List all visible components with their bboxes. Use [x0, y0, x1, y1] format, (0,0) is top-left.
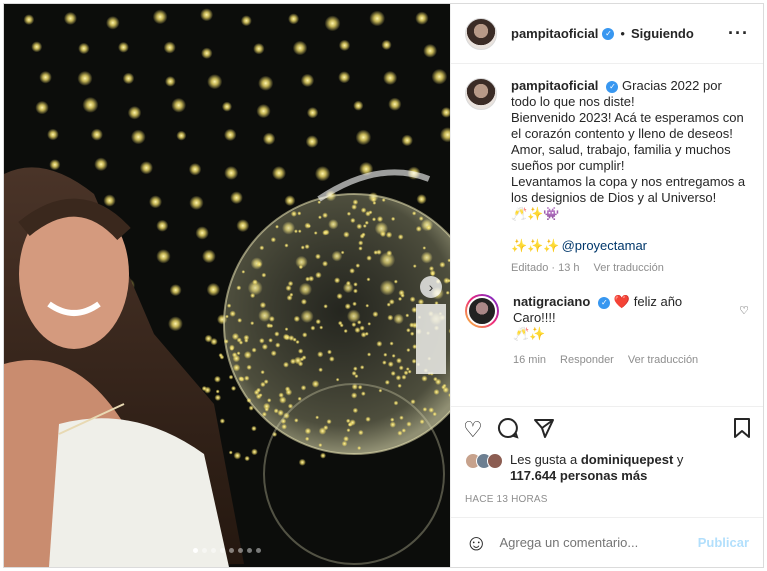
- liker-username[interactable]: dominiquepest: [581, 452, 673, 467]
- carousel-dot: [220, 548, 225, 553]
- caption-line-4: Levantamos la copa y nos entregamos a lo…: [511, 174, 746, 205]
- comments-area: pampitaoficial ✓ Gracias 2022 por todo lo…: [451, 64, 763, 406]
- carousel-dot: [256, 548, 261, 553]
- comment-item: natigraciano ✓ ❤️ feliz año Caro!!!! 🥂✨ 1…: [465, 294, 749, 368]
- following-button[interactable]: Siguiendo: [631, 26, 694, 41]
- see-translation-link[interactable]: Ver traducción: [628, 352, 698, 368]
- mention-link[interactable]: @proyectamar: [562, 238, 647, 253]
- carousel-dot: [193, 548, 198, 553]
- carousel-dot: [211, 548, 216, 553]
- see-translation-link[interactable]: Ver traducción: [594, 260, 664, 276]
- photo-illustration: [4, 4, 450, 567]
- verified-icon: ✓: [606, 80, 619, 93]
- avatar[interactable]: [465, 17, 497, 50]
- comment-input[interactable]: [499, 535, 686, 550]
- liker-avatars: [465, 453, 503, 469]
- verified-icon: ✓: [598, 296, 611, 309]
- add-comment-bar: ☺ Publicar: [451, 517, 763, 567]
- caption-line-2: Bienvenido 2023! Acá te esperamos con el…: [511, 110, 744, 141]
- more-options-icon[interactable]: ···: [728, 23, 749, 44]
- likes-and: y: [676, 452, 684, 467]
- avatar[interactable]: [465, 78, 497, 110]
- instagram-post-modal: › pampitaoficial ✓ • Siguiendo ··· pampi…: [3, 3, 764, 568]
- post-timestamp: HACE 13 HORAS: [465, 494, 548, 505]
- carousel-dot: [202, 548, 207, 553]
- post-username[interactable]: pampitaoficial: [511, 26, 598, 41]
- like-comment-icon[interactable]: ♡: [739, 304, 749, 317]
- share-icon[interactable]: [533, 417, 555, 443]
- post-header: pampitaoficial ✓ • Siguiendo ···: [451, 4, 763, 64]
- like-icon[interactable]: ♡: [463, 418, 483, 441]
- carousel-dot: [229, 548, 234, 553]
- reply-button[interactable]: Responder: [560, 352, 614, 368]
- commenter-username[interactable]: natigraciano: [513, 294, 590, 309]
- likes-summary: Les gusta a dominiquepest y 117.644 pers…: [451, 452, 763, 484]
- likes-count[interactable]: 117.644 personas más: [510, 468, 647, 483]
- carousel-dot: [247, 548, 252, 553]
- next-photo-button[interactable]: ›: [420, 276, 442, 298]
- separator-dot: •: [620, 26, 625, 41]
- action-bar: ♡: [451, 406, 763, 452]
- likes-prefix: Les gusta a: [510, 452, 578, 467]
- publish-button[interactable]: Publicar: [698, 535, 749, 550]
- post-photo[interactable]: ›: [4, 4, 450, 567]
- save-icon[interactable]: [733, 417, 751, 443]
- edited-time: Editado · 13 h: [511, 262, 580, 274]
- verified-icon: ✓: [602, 27, 615, 40]
- comment-icon[interactable]: [497, 417, 519, 443]
- caption-emojis: 🥂✨👾: [511, 206, 560, 221]
- caption-username[interactable]: pampitaoficial: [511, 78, 598, 93]
- caption-line-3: Amor, salud, trabajo, familia y muchos s…: [511, 142, 731, 173]
- caption-emojis-2: ✨✨✨: [511, 238, 560, 253]
- carousel-indicator: [4, 548, 450, 553]
- commenter-avatar[interactable]: [465, 294, 499, 328]
- comment-emojis: 🥂✨: [513, 326, 546, 341]
- heart-emoji: ❤️: [613, 294, 631, 309]
- post-sidebar: pampitaoficial ✓ • Siguiendo ··· pampita…: [450, 4, 763, 567]
- emoji-picker-icon[interactable]: ☺: [465, 530, 487, 556]
- comment-time: 16 min: [513, 354, 547, 366]
- carousel-dot: [238, 548, 243, 553]
- caption: pampitaoficial ✓ Gracias 2022 por todo lo…: [465, 78, 749, 276]
